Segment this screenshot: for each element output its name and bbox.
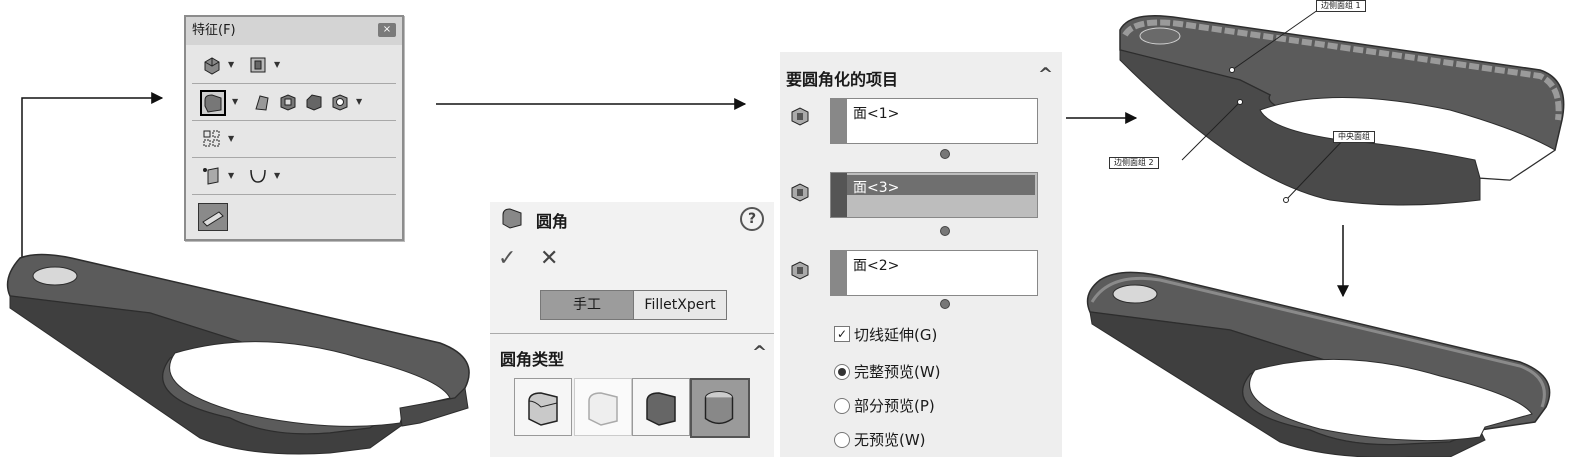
chevron-down-icon[interactable]: ▼: [228, 60, 234, 69]
resize-handle[interactable]: [940, 299, 950, 309]
constant-size-fillet-button[interactable]: [514, 378, 572, 436]
toolbar-row-reference: ▼ ▼: [192, 158, 396, 195]
reference-geometry-icon[interactable]: [202, 166, 222, 186]
fillet-panel-title: 圆角: [536, 212, 569, 231]
face-set-2-label: 面<3>: [853, 180, 900, 196]
full-preview-label: 完整预览(W): [854, 363, 941, 381]
features-toolbar-title: 特征(F): [186, 17, 402, 45]
full-preview-radio[interactable]: [834, 364, 850, 380]
no-preview-radio[interactable]: [834, 432, 850, 448]
manual-tab[interactable]: 手工: [540, 290, 634, 320]
filletxpert-tab[interactable]: FilletXpert: [633, 290, 727, 320]
draft-icon[interactable]: [252, 92, 272, 112]
fillet-icon[interactable]: [200, 90, 226, 116]
ok-check-icon[interactable]: ✓: [498, 246, 516, 271]
items-to-fillet-panel: 要圆角化的项目 ^ 面<1> 面<3> 面<2> ✓ 切线延伸(G) 完整预览(…: [780, 52, 1062, 457]
hole-wizard-icon[interactable]: [330, 92, 350, 112]
shell-icon[interactable]: [278, 92, 298, 112]
toolbar-row-extrude: ▼ ▼: [192, 47, 396, 84]
collapse-chevron-icon[interactable]: ^: [752, 342, 767, 363]
toolbar-row-fillet: ▼ ▼: [192, 84, 396, 121]
no-preview-label: 无预览(W): [854, 431, 926, 449]
face-set-1-list[interactable]: 面<1>: [830, 98, 1038, 144]
tangent-propagation-label: 切线延伸(G): [854, 326, 938, 344]
chamfer-icon[interactable]: [304, 92, 324, 112]
collapse-chevron-icon[interactable]: ^: [1038, 64, 1053, 85]
face-set-3-list[interactable]: 面<2>: [830, 250, 1038, 296]
resize-handle[interactable]: [940, 226, 950, 236]
chevron-down-icon[interactable]: ▼: [356, 97, 362, 106]
face-set-1-icon: [791, 107, 809, 126]
selection-preview-part-image: [1119, 4, 1565, 206]
instant3d-icon[interactable]: [198, 203, 228, 231]
tangent-propagation-checkbox[interactable]: ✓: [834, 326, 850, 342]
extrude-cut-icon[interactable]: [248, 55, 268, 75]
fillet-type-section-title: 圆角类型: [500, 350, 565, 369]
linear-pattern-icon[interactable]: [202, 129, 222, 149]
variable-size-fillet-button[interactable]: [574, 378, 632, 436]
extrude-boss-icon[interactable]: [202, 55, 222, 75]
cancel-x-icon[interactable]: ✕: [540, 246, 558, 271]
close-icon[interactable]: ×: [378, 23, 396, 37]
face-set-2-list[interactable]: 面<3>: [830, 172, 1038, 218]
face-set-1-label: 面<1>: [853, 106, 900, 122]
callout-center-face: 中央面组: [1333, 131, 1375, 143]
fillet-property-manager: 圆角 ? ✓ ✕ 手工 FilletXpert 圆角类型 ^: [490, 202, 774, 457]
features-toolbar-window: 特征(F) × ▼ ▼ ▼ ▼ ▼ ▼ ▼: [184, 15, 404, 241]
chevron-down-icon[interactable]: ▼: [228, 134, 234, 143]
result-part-image: [1086, 271, 1551, 457]
items-section-title: 要圆角化的项目: [786, 70, 899, 89]
partial-preview-radio[interactable]: [834, 398, 850, 414]
fillet-feature-icon: [502, 208, 522, 229]
full-round-fillet-button[interactable]: [690, 378, 750, 438]
chevron-down-icon[interactable]: ▼: [274, 60, 280, 69]
section-divider: [490, 333, 774, 334]
face-fillet-button[interactable]: [632, 378, 690, 436]
resize-handle[interactable]: [940, 149, 950, 159]
curves-icon[interactable]: [248, 166, 268, 186]
chevron-down-icon[interactable]: ▼: [228, 171, 234, 180]
original-part-image: [6, 253, 470, 455]
callout-side-face-1: 边侧面组 1: [1316, 0, 1366, 12]
face-set-3-icon: [791, 261, 809, 280]
callout-side-face-2: 边侧面组 2: [1109, 157, 1159, 169]
chevron-down-icon[interactable]: ▼: [232, 97, 238, 106]
partial-preview-label: 部分预览(P): [854, 397, 935, 415]
toolbar-row-pattern: ▼: [192, 121, 396, 158]
face-set-3-label: 面<2>: [853, 258, 900, 274]
chevron-down-icon[interactable]: ▼: [274, 171, 280, 180]
help-icon[interactable]: ?: [740, 207, 764, 231]
face-set-2-icon: [791, 183, 809, 202]
